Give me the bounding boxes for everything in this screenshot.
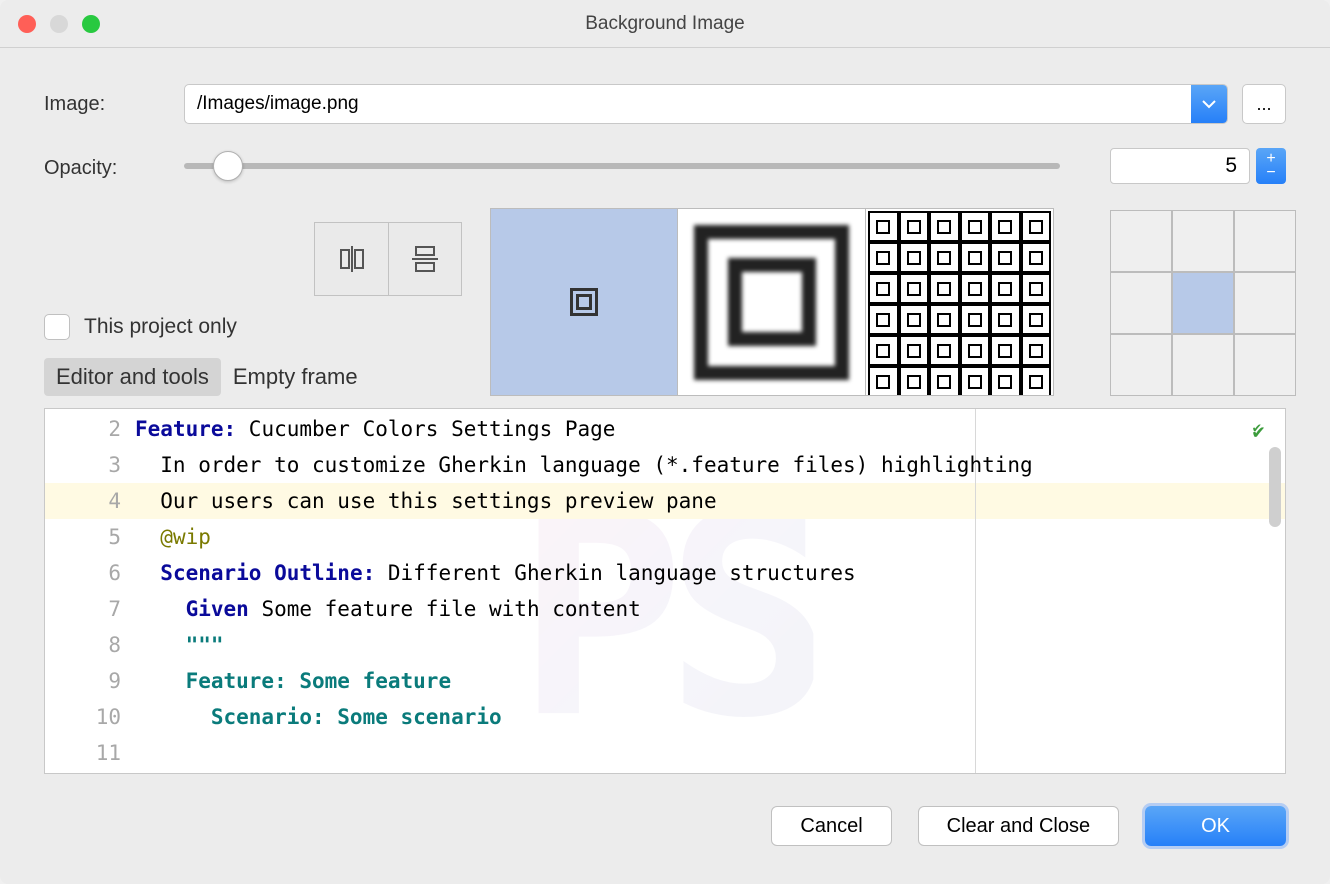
minimize-window-button[interactable]	[50, 15, 68, 33]
anchor-cell-7[interactable]	[1172, 334, 1234, 396]
flip-buttons	[314, 222, 462, 296]
title-bar: Background Image	[0, 0, 1330, 48]
scrollbar-thumb[interactable]	[1269, 447, 1281, 527]
dialog-content: Image: ... Opacity:	[0, 48, 1330, 778]
button-bar: Cancel Clear and Close OK	[0, 778, 1330, 884]
tile-preview-icon	[868, 211, 1051, 396]
cancel-button[interactable]: Cancel	[771, 806, 891, 846]
flip-vertical-button[interactable]	[388, 222, 462, 296]
image-row: Image: ...	[44, 84, 1286, 124]
scale-preview-icon	[694, 225, 849, 380]
anchor-cell-4[interactable]	[1172, 272, 1234, 334]
project-only-checkbox[interactable]	[44, 314, 70, 340]
window-controls	[18, 15, 100, 33]
project-only-label: This project only	[84, 315, 237, 339]
image-input-group: ...	[184, 84, 1286, 124]
left-options: This project only Editor and tools Empty…	[44, 222, 462, 396]
anchor-cell-0[interactable]	[1110, 210, 1172, 272]
tab-empty-frame[interactable]: Empty frame	[221, 358, 370, 396]
opacity-row: Opacity: + −	[44, 148, 1286, 184]
flip-vertical-icon	[410, 244, 440, 274]
maximize-window-button[interactable]	[82, 15, 100, 33]
opacity-slider[interactable]	[184, 163, 1110, 169]
anchor-cell-2[interactable]	[1234, 210, 1296, 272]
gutter: 234567891011	[45, 409, 131, 773]
anchor-grid	[1110, 210, 1296, 396]
area-tabs: Editor and tools Empty frame	[44, 358, 462, 396]
flip-horizontal-button[interactable]	[314, 222, 388, 296]
preview-editor: PS 234567891011 Feature: Cucumber Colors…	[44, 408, 1286, 774]
anchor-cell-6[interactable]	[1110, 334, 1172, 396]
anchor-cell-8[interactable]	[1234, 334, 1296, 396]
image-label: Image:	[44, 93, 184, 116]
tab-editor-and-tools[interactable]: Editor and tools	[44, 358, 221, 396]
inspection-ok-icon: ✔✔	[1253, 419, 1273, 443]
opacity-stepper[interactable]: + −	[1256, 148, 1286, 184]
close-window-button[interactable]	[18, 15, 36, 33]
fill-mode-group	[490, 208, 1054, 396]
anchor-cell-3[interactable]	[1110, 272, 1172, 334]
anchor-cell-1[interactable]	[1172, 210, 1234, 272]
window-title: Background Image	[585, 13, 745, 35]
slider-thumb[interactable]	[213, 151, 243, 181]
dialog-window: Background Image Image: ... Opacity:	[0, 0, 1330, 884]
flip-horizontal-icon	[337, 244, 367, 274]
ok-button[interactable]: OK	[1145, 806, 1286, 846]
anchor-cell-5[interactable]	[1234, 272, 1296, 334]
project-only-row: This project only	[44, 314, 462, 340]
fill-mode-tile[interactable]	[866, 208, 1054, 396]
code-body: Feature: Cucumber Colors Settings Page I…	[135, 409, 1243, 735]
image-dropdown-button[interactable]	[1191, 85, 1227, 123]
opacity-value-input[interactable]	[1110, 148, 1250, 184]
opacity-value-group: + −	[1110, 148, 1286, 184]
browse-button[interactable]: ...	[1242, 84, 1286, 124]
fill-mode-plain[interactable]	[490, 208, 678, 396]
options-row: This project only Editor and tools Empty…	[44, 208, 1286, 396]
minus-icon: −	[1266, 166, 1275, 180]
image-path-combo[interactable]	[184, 84, 1228, 124]
plain-preview-icon	[570, 288, 598, 316]
fill-mode-scale[interactable]	[678, 208, 866, 396]
chevron-down-icon	[1202, 99, 1216, 109]
clear-and-close-button[interactable]: Clear and Close	[918, 806, 1119, 846]
slider-track	[184, 163, 1060, 169]
opacity-label: Opacity:	[44, 153, 184, 180]
image-path-input[interactable]	[185, 85, 1191, 123]
